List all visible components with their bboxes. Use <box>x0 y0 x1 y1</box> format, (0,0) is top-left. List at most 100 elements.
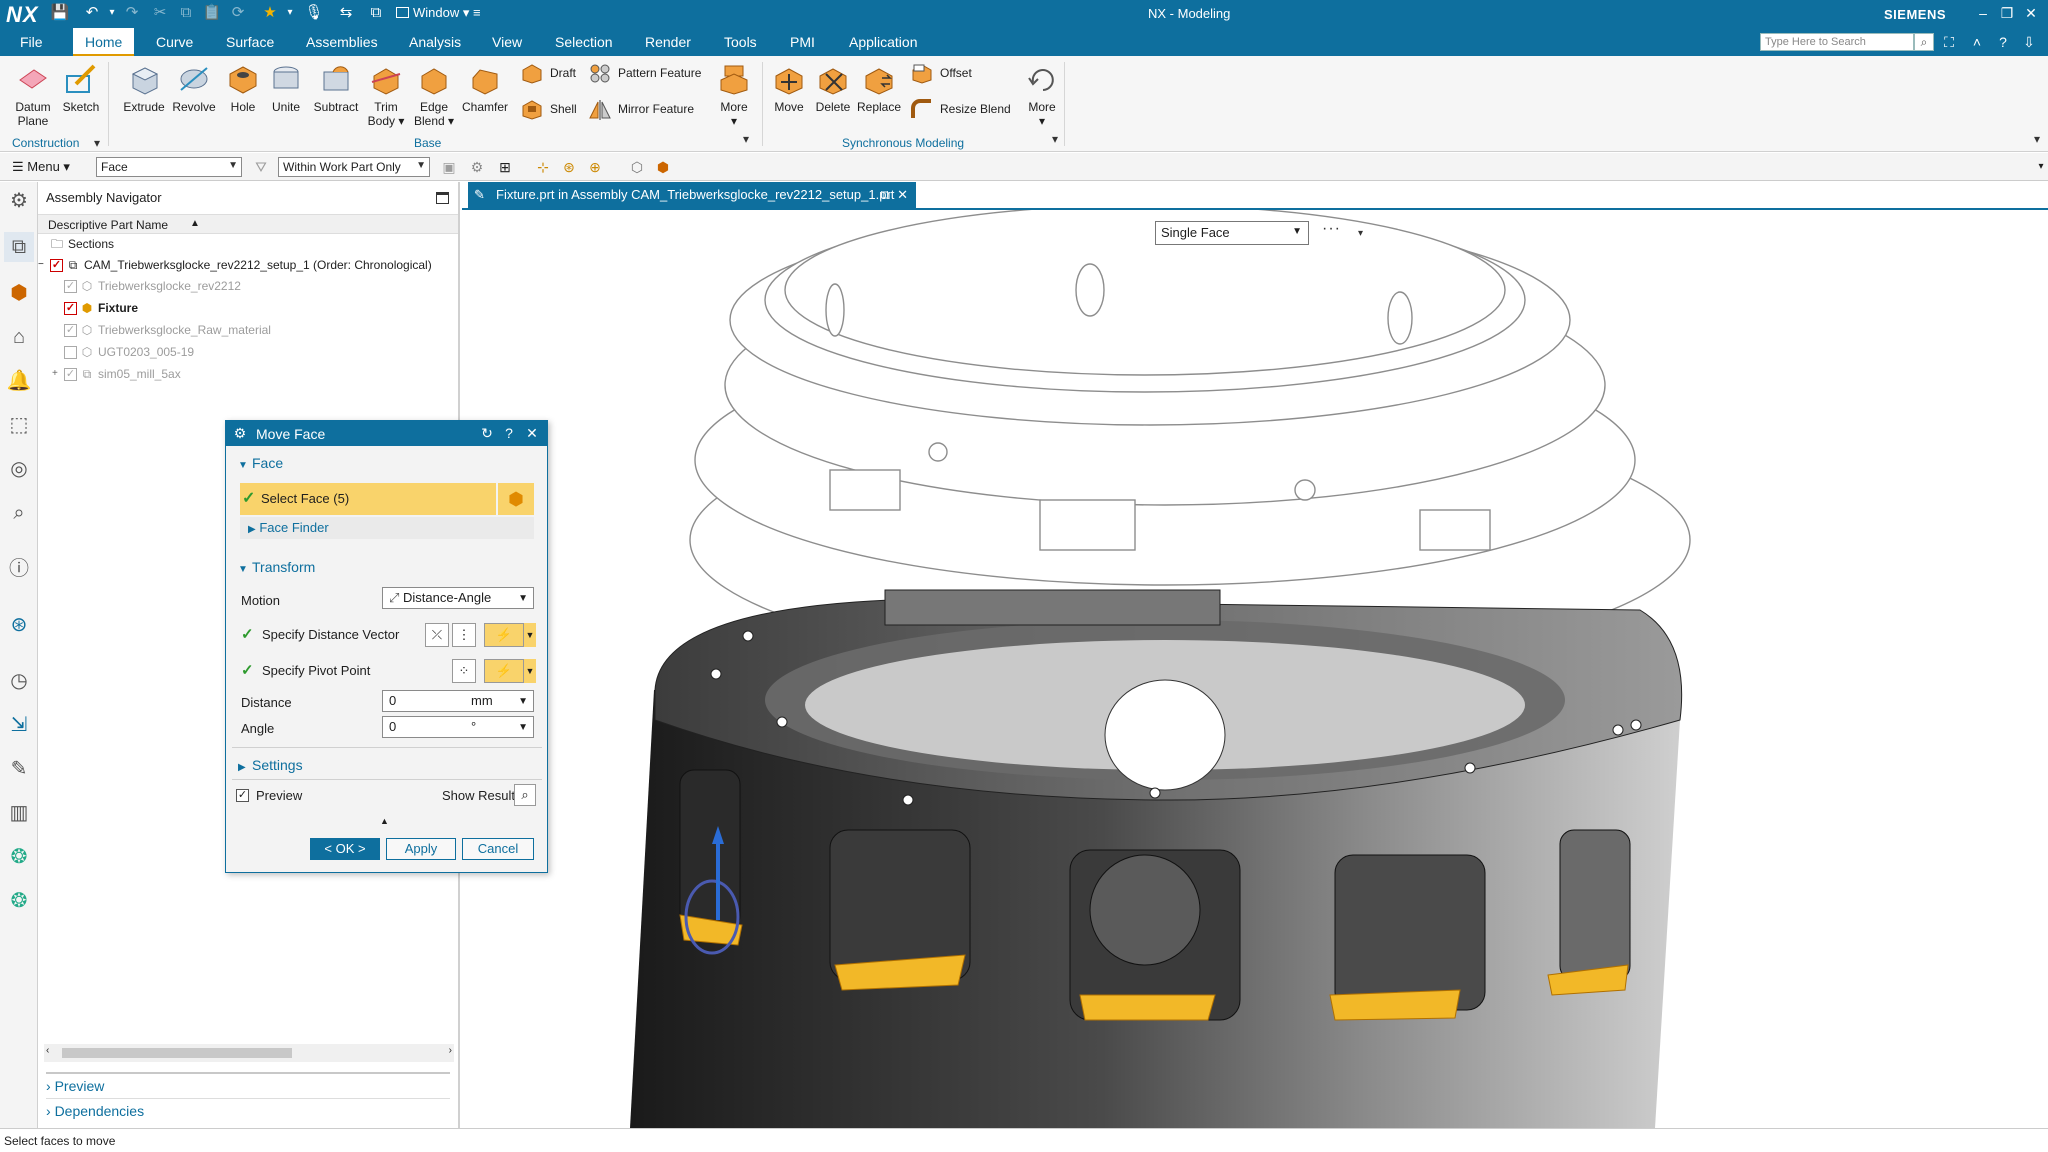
redo-icon[interactable]: ↷ <box>122 3 142 23</box>
move-face-button[interactable]: Move <box>768 62 810 114</box>
group-base-expander[interactable]: ▾ <box>743 132 749 146</box>
visibility-checkbox[interactable]: ✓ <box>64 324 77 337</box>
show-result-icon[interactable]: ⌕ <box>514 784 536 806</box>
microphone-icon[interactable]: 🎙 <box>304 3 324 23</box>
trim-body-button[interactable]: Trim Body ▾ <box>366 62 406 128</box>
cut-icon[interactable]: ✂ <box>150 3 170 23</box>
maximize-panel-icon[interactable] <box>436 192 449 204</box>
settings-section-header[interactable]: ▶ Settings <box>238 757 303 773</box>
horizontal-scrollbar[interactable]: ‹ › <box>44 1044 454 1062</box>
group-construction-expander[interactable]: ▾ <box>94 136 100 150</box>
fullscreen-icon[interactable]: ⛶ <box>1940 33 1958 51</box>
apply-button[interactable]: Apply <box>386 838 456 860</box>
favorite-star-icon[interactable]: ★ <box>260 3 280 23</box>
face-section-header[interactable]: ▼ Face <box>238 455 283 471</box>
menu-button[interactable]: ☰ Menu ▾ <box>12 159 70 175</box>
point-dialog-icon[interactable]: ⁘ <box>452 659 476 683</box>
hd3d-tools-icon[interactable]: ◎ <box>4 454 34 484</box>
visibility-checkbox[interactable] <box>64 346 77 359</box>
type-filter-select[interactable]: Face ▼ <box>96 157 242 177</box>
select-face-row[interactable]: ✓ Select Face (5) <box>240 483 496 515</box>
dependencies-section[interactable]: › Dependencies <box>46 1098 450 1122</box>
select-all-icon[interactable]: ▣ <box>438 157 460 177</box>
undo-icon[interactable]: ↶ <box>82 3 102 23</box>
edge-blend-button[interactable]: Edge Blend ▾ <box>410 62 458 128</box>
visibility-checkbox[interactable]: ✓ <box>64 280 77 293</box>
reset-icon[interactable]: ↻ <box>478 424 496 442</box>
point-inferred-icon[interactable]: ⚡ <box>484 659 524 683</box>
face-rule-select[interactable]: Single Face ▼ <box>1155 221 1309 245</box>
offset-face-button[interactable]: Offset <box>910 60 972 86</box>
pattern-feature-button[interactable]: Pattern Feature <box>588 60 701 86</box>
command-search-input[interactable]: Type Here to Search <box>1760 33 1914 51</box>
tab-options-icon[interactable]: ⧉ <box>881 182 890 208</box>
datum-plane-button[interactable]: Datum Plane <box>10 62 56 128</box>
tab-application[interactable]: Application <box>849 34 918 50</box>
expand-icon[interactable]: + <box>52 364 58 384</box>
mirror-feature-button[interactable]: Mirror Feature <box>588 96 694 122</box>
close-icon[interactable]: ✕ <box>2020 3 2042 23</box>
shell-button[interactable]: Shell <box>520 96 577 122</box>
face-rule-icon[interactable]: ⚙ <box>466 157 488 177</box>
system-materials-icon[interactable]: ⊛ <box>4 610 34 640</box>
delete-face-button[interactable]: Delete <box>812 62 854 114</box>
more-options-icon[interactable]: ··· <box>1322 220 1341 238</box>
tab-render[interactable]: Render <box>645 34 691 50</box>
undo-dropdown-icon[interactable]: ▾ <box>102 3 122 23</box>
overflow-dropdown-icon[interactable]: ▾ <box>1358 228 1363 239</box>
graphics-viewport[interactable]: Single Face ▼ ··· ▾ <box>466 210 2048 1128</box>
unite-button[interactable]: Unite <box>266 62 306 114</box>
navigator-column-header[interactable]: Descriptive Part Name ▲ <box>38 214 458 234</box>
web-browser-icon[interactable]: ⌕ <box>4 498 34 528</box>
assembly-navigator-icon[interactable]: ⧉ <box>4 232 34 262</box>
dialog-titlebar[interactable]: ⚙ Move Face ↻ ? ✕ <box>226 421 547 446</box>
filter-reset-icon[interactable]: ⛛ <box>250 157 272 177</box>
distance-input[interactable]: 0 mm ▼ <box>382 690 534 712</box>
window-menu[interactable]: Window ▾ ≡ <box>396 5 481 21</box>
collapse-dialog-icon[interactable]: ▲ <box>380 816 389 826</box>
revolve-button[interactable]: Revolve <box>170 62 218 114</box>
constraint-navigator-icon[interactable]: ⌂ <box>4 322 34 352</box>
shaded-icon[interactable]: ⬢ <box>652 157 674 177</box>
search-icon[interactable]: ⌕ <box>1914 33 1934 51</box>
part-navigator-icon[interactable]: ⬢ <box>4 278 34 308</box>
ribbon-options-icon[interactable]: ▾ <box>2034 132 2040 146</box>
tab-selection[interactable]: Selection <box>555 34 613 50</box>
snap-point-icon[interactable]: ⊹ <box>532 157 554 177</box>
ok-button[interactable]: < OK > <box>310 838 380 860</box>
close-tab-icon[interactable]: ✕ <box>897 182 908 208</box>
save-icon[interactable]: 💾 <box>50 3 70 23</box>
visibility-checkbox[interactable]: ✓ <box>64 368 77 381</box>
scrollbar-thumb[interactable] <box>62 1048 292 1058</box>
repeat-icon[interactable]: ⟳ <box>228 3 248 23</box>
cloud-icon[interactable]: ⇩ <box>2020 33 2038 51</box>
paste-icon[interactable]: 📋 <box>202 3 222 23</box>
selection-scope-select[interactable]: Within Work Part Only ▼ <box>278 157 430 177</box>
face-select-icon[interactable]: ⬢ <box>498 483 534 515</box>
vector-inferred-icon[interactable]: ⚡ <box>484 623 524 647</box>
tab-file[interactable]: File <box>20 34 43 50</box>
touch-mode-icon[interactable]: ⇆ <box>336 3 356 23</box>
reuse-library-icon[interactable]: ⬚ <box>4 410 34 440</box>
chamfer-button[interactable]: Chamfer <box>460 62 510 114</box>
extrude-button[interactable]: Extrude <box>120 62 168 114</box>
wireframe-icon[interactable]: ⬡ <box>626 157 648 177</box>
vector-dialog-icon[interactable]: ⋮ <box>452 623 476 647</box>
copy-icon[interactable]: ⧉ <box>176 3 196 23</box>
close-dialog-icon[interactable]: ✕ <box>523 424 541 442</box>
palette-2-icon[interactable]: ❂ <box>4 886 34 916</box>
graphics-window-tab[interactable]: ✎ Fixture.prt in Assembly CAM_Triebwerks… <box>468 182 916 208</box>
collapse-icon[interactable]: − <box>38 255 44 275</box>
group-sync-expander[interactable]: ▾ <box>1052 132 1058 146</box>
point-dropdown-icon[interactable]: ▼ <box>524 659 536 683</box>
sketch-button[interactable]: Sketch <box>60 62 102 114</box>
motion-select[interactable]: ⤢ Distance-Angle ▼ <box>382 587 534 609</box>
selbar-options-icon[interactable]: ▾ <box>2030 157 2048 177</box>
star-dropdown-icon[interactable]: ▾ <box>280 3 300 23</box>
cancel-button[interactable]: Cancel <box>462 838 534 860</box>
visibility-checkbox[interactable]: ✓ <box>64 302 77 315</box>
snap-mid-icon[interactable]: ⊕ <box>584 157 606 177</box>
tab-view[interactable]: View <box>492 34 522 50</box>
tools-icon[interactable]: ✎ <box>4 754 34 784</box>
tab-tools[interactable]: Tools <box>724 34 757 50</box>
